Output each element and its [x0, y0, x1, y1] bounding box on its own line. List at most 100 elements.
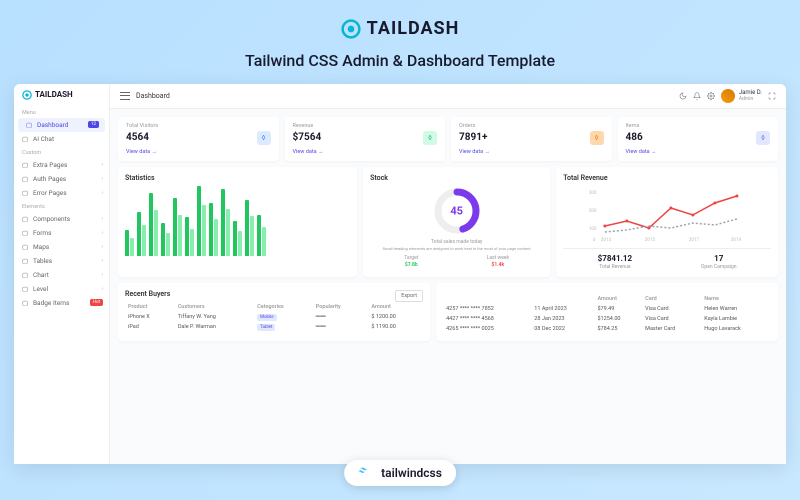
sidebar-item[interactable]: ▢Dashboard12 [18, 118, 105, 132]
sidebar-item[interactable]: ▢Level› [14, 282, 109, 296]
page-title: Dashboard [136, 92, 170, 100]
bar-group [221, 189, 230, 255]
buyers-card: Export Recent Buyers ProductCustomersCat… [118, 283, 430, 341]
stat-card: Revenue$7564◊View data → [285, 117, 446, 161]
user-role: Admin [739, 96, 762, 102]
avatar [721, 89, 735, 103]
hero-subtitle: Tailwind CSS Admin & Dashboard Template [0, 51, 800, 70]
menu-toggle-icon[interactable] [120, 92, 130, 100]
sidebar-item[interactable]: ▢Maps› [14, 240, 109, 254]
nav-icon: ▢ [26, 121, 33, 128]
export-button[interactable]: Export [395, 290, 423, 302]
bar-group [137, 212, 146, 256]
doc-icon: ◊ [756, 131, 770, 145]
sidebar-logo: TAILDASH [14, 90, 109, 106]
chevron-icon: › [101, 162, 103, 168]
bar-group [149, 193, 158, 256]
stat-value: 486 [626, 132, 643, 143]
user-name: Jamie D. [739, 89, 762, 96]
sidebar-item[interactable]: ▢Auth Pages› [14, 172, 109, 186]
user-menu[interactable]: Jamie D. Admin [721, 89, 762, 103]
table-row[interactable]: 4265 **** **** 002508 Dec 2022$784.25Mas… [443, 324, 771, 334]
table-header: Amount [594, 294, 642, 304]
settings-icon[interactable] [707, 92, 715, 100]
table-header: Card [642, 294, 701, 304]
view-data-link[interactable]: View data → [626, 149, 771, 155]
table-row[interactable]: iPhone XTiffany W. YangMobile━━━$ 1200.0… [125, 312, 423, 322]
nav-icon: ▢ [22, 175, 29, 182]
table-header: Popularity [313, 302, 369, 312]
nav-icon: ▢ [22, 271, 29, 278]
view-data-link[interactable]: View data → [126, 149, 271, 155]
stat-label: Orders [459, 123, 604, 129]
bar-group [245, 200, 254, 255]
chart-title: Statistics [125, 174, 350, 182]
revenue-card: Total Revenue 3002001000 201320152017201… [556, 167, 778, 277]
svg-text:0: 0 [593, 237, 596, 242]
sidebar-item[interactable]: ▢Extra Pages› [14, 158, 109, 172]
stat-card: Items 486 ◊ View data → [618, 117, 779, 161]
fullscreen-icon[interactable] [768, 92, 776, 100]
badge: 12 [88, 121, 99, 128]
sidebar-item[interactable]: ▢Forms› [14, 226, 109, 240]
sidebar-item[interactable]: ▢Error Pages› [14, 186, 109, 200]
table-header [443, 294, 531, 304]
svg-text:300: 300 [589, 190, 597, 196]
table-header: Customers [175, 302, 254, 312]
chevron-icon: › [101, 286, 103, 292]
hero-logo: TAILDASH [341, 18, 460, 39]
tailwind-badge: tailwindcss [344, 460, 456, 486]
donut-chart: 45 [432, 186, 482, 236]
nav-icon: ▢ [22, 243, 29, 250]
user-icon: ◊ [257, 131, 271, 145]
sidebar-item[interactable]: ▢AI Chat [14, 132, 109, 146]
stat-label: Items [626, 123, 771, 129]
chart-title: Total Revenue [563, 174, 771, 182]
table-row[interactable]: 4427 **** **** 456828 Jan 2023$1254.00Vi… [443, 314, 771, 324]
nav-icon: ▢ [22, 285, 29, 292]
table-title: Recent Buyers [125, 290, 423, 298]
nav-icon: ▢ [22, 215, 29, 222]
nav-icon: ▢ [22, 257, 29, 264]
stock-card: Stock 45 Total sales made today Small he… [363, 167, 550, 277]
chevron-icon: › [101, 258, 103, 264]
line-chart: 3002001000 2013201520172019 [563, 186, 771, 242]
bar-group [233, 221, 242, 256]
table-row[interactable]: 4257 **** **** 785211 April 2023$79.49Vi… [443, 304, 771, 314]
sidebar-item[interactable]: ▢Tables› [14, 254, 109, 268]
bar-group [257, 215, 266, 256]
sidebar-item[interactable]: ▢Badge ItemsHot [14, 296, 109, 310]
chevron-icon: › [101, 272, 103, 278]
table-header: Categories [254, 302, 313, 312]
bar-group [197, 186, 206, 256]
donut-caption: Total sales made today Small heading ele… [383, 239, 531, 252]
table-header [531, 294, 594, 304]
chevron-icon: › [101, 190, 103, 196]
bar-group [161, 223, 170, 255]
sidebar-item[interactable]: ▢Chart› [14, 268, 109, 282]
bag-icon: ◊ [590, 131, 604, 145]
view-data-link[interactable]: View data → [293, 149, 438, 155]
nav-icon: ▢ [22, 229, 29, 236]
bar-group [173, 198, 182, 256]
nav-icon: ▢ [22, 161, 29, 168]
bar-group [125, 230, 134, 255]
stat-value: 7891+ [459, 132, 487, 143]
sidebar-item[interactable]: ▢Components› [14, 212, 109, 226]
stat-label: Revenue [293, 123, 438, 129]
moon-icon[interactable] [679, 92, 687, 100]
svg-text:2013: 2013 [601, 237, 612, 242]
chevron-icon: › [101, 176, 103, 182]
bell-icon[interactable] [693, 92, 701, 100]
table-row[interactable]: iPadDale P. WarmanTablet━━━$ 1190.00 [125, 322, 423, 332]
chart-title: Stock [370, 174, 543, 182]
stat-value: $7564 [293, 132, 322, 143]
stat-label: Total Visitors [126, 123, 271, 129]
table-header: Product [125, 302, 175, 312]
view-data-link[interactable]: View data → [459, 149, 604, 155]
table-header: Name [701, 294, 771, 304]
sidebar-section: Custom [14, 146, 109, 158]
stat-card: Total Visitors4564◊View data → [118, 117, 279, 161]
nav-icon: ▢ [22, 299, 29, 306]
chevron-icon: › [101, 244, 103, 250]
